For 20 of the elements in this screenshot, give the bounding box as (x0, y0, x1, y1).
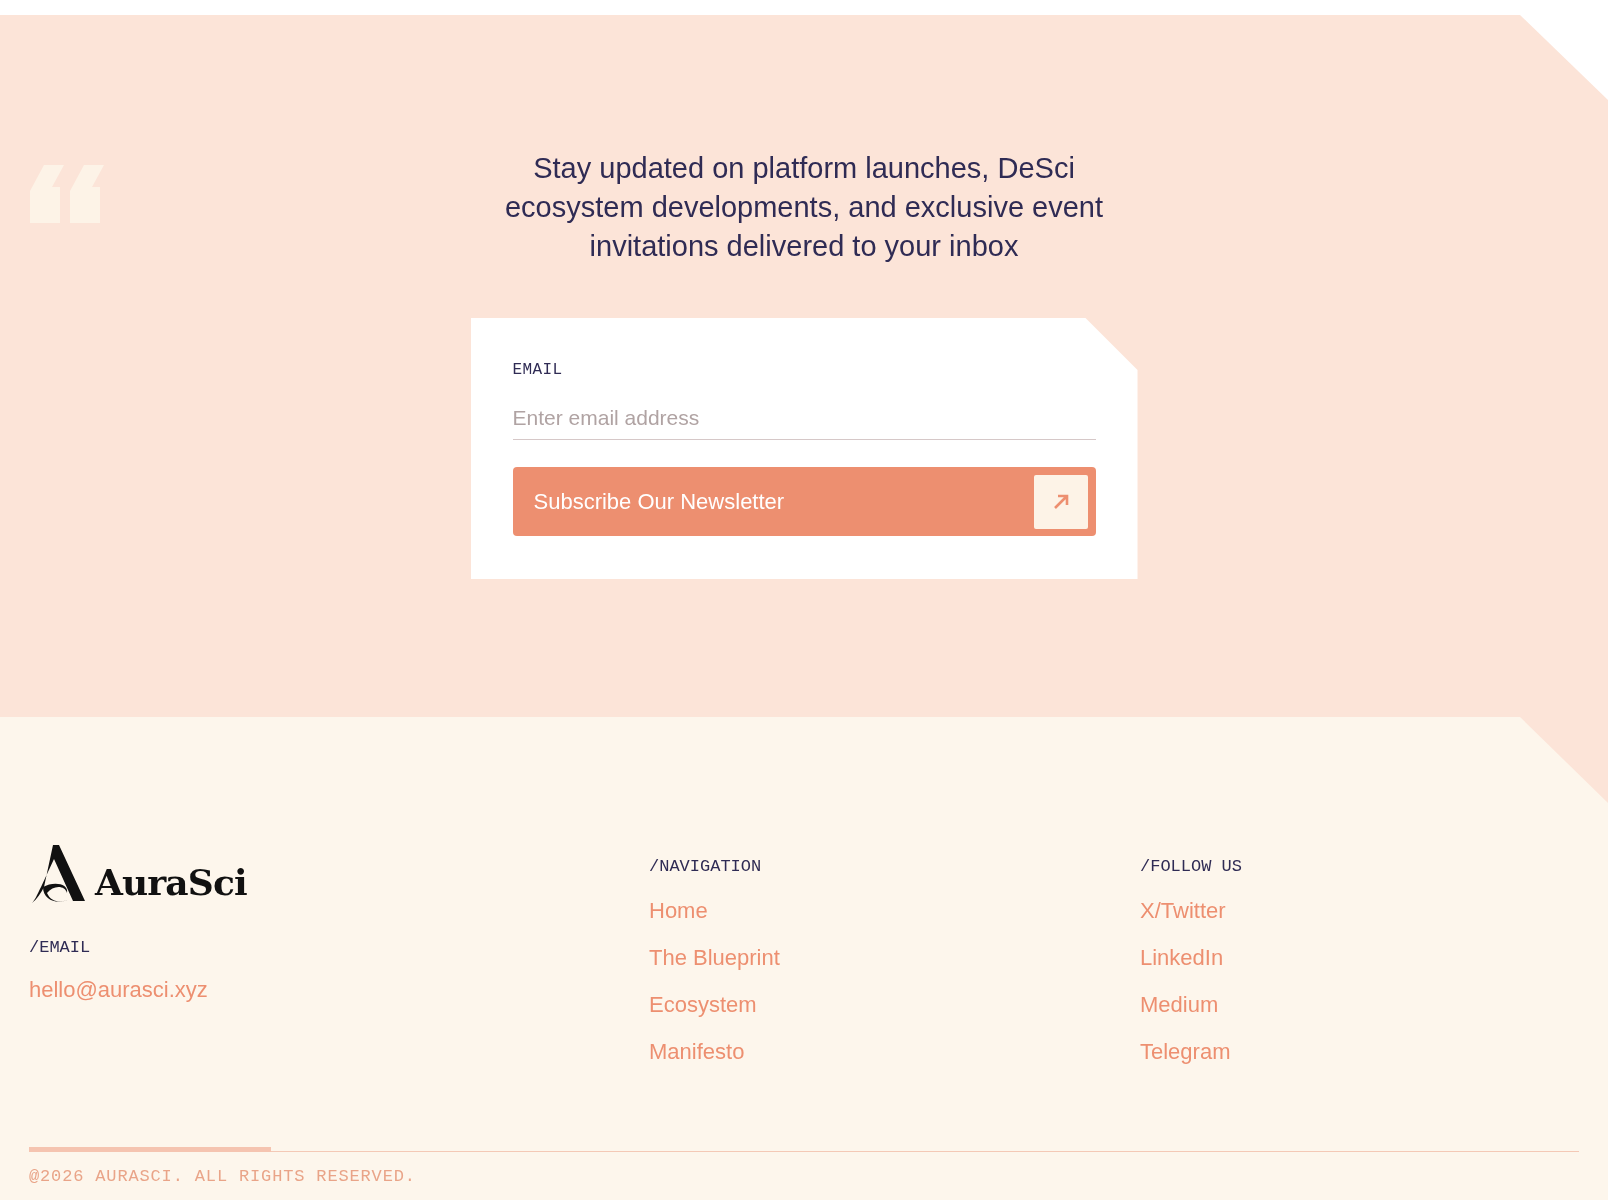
footer-link[interactable]: LinkedIn (1140, 944, 1243, 971)
aurasci-logo[interactable]: AuraSci (29, 843, 649, 905)
footer-link[interactable]: Home (649, 897, 1140, 924)
newsletter-heading: Stay updated on platform launches, DeSci ecosystem developments, and exclusive event invitations delivered to your inbox (503, 151, 1104, 264)
email-heading: /EMAIL (29, 937, 92, 959)
column-heading: /NAVIGATION (649, 857, 763, 877)
copyright-text: @2026 AURASCI. ALL RIGHTS RESERVED. (29, 1166, 417, 1188)
footer-link[interactable]: The Blueprint (649, 944, 1140, 971)
footer-link[interactable]: Manifesto (649, 1038, 1140, 1065)
email-link[interactable]: hello@aurasci.xyz (29, 972, 649, 1006)
email-label: EMAIL (512, 360, 564, 381)
arrow-up-right-icon (1033, 474, 1088, 529)
logo-text: AuraSci (95, 860, 247, 905)
footer-link[interactable]: Telegram (1140, 1038, 1243, 1065)
email-field[interactable]: Enter email address (512, 396, 1096, 440)
footer-link[interactable]: Ecosystem (649, 991, 1140, 1018)
footer-link[interactable]: Medium (1140, 991, 1243, 1018)
subscribe-button[interactable]: Subscribe Our Newsletter (512, 467, 1096, 536)
footer-link[interactable]: X/Twitter (1140, 897, 1243, 924)
column-heading: /FOLLOW US (1140, 857, 1243, 877)
